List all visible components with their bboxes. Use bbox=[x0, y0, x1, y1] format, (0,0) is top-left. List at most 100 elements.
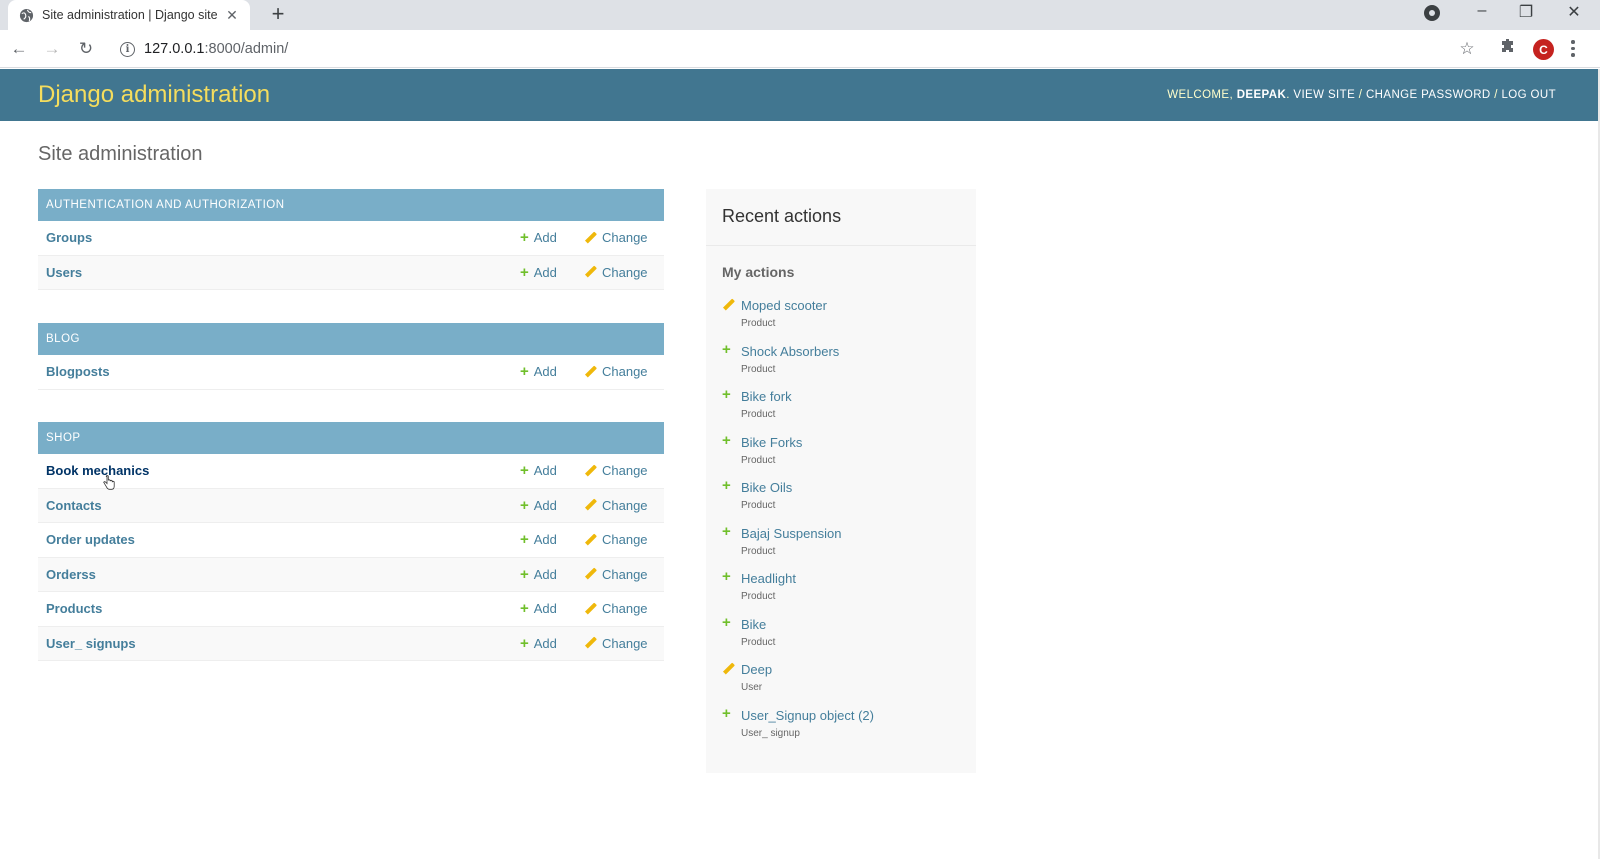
change-contacts-link[interactable]: Change bbox=[585, 498, 648, 513]
my-actions-heading: My actions bbox=[722, 264, 795, 280]
change-order-updates-link[interactable]: Change bbox=[585, 532, 648, 547]
pencil-icon bbox=[585, 603, 597, 615]
view-site-link[interactable]: VIEW SITE bbox=[1293, 89, 1355, 101]
model-row: Book mechanics + Add Change bbox=[38, 454, 664, 489]
plus-icon: + bbox=[722, 704, 731, 722]
user-tools: WELCOME, DEEPAK. VIEW SITE / CHANGE PASS… bbox=[1167, 89, 1556, 101]
recent-action-type: Product bbox=[741, 500, 776, 511]
recent-action-link[interactable]: Shock Absorbers bbox=[741, 344, 839, 359]
change-book-mechanics-link[interactable]: Change bbox=[585, 463, 648, 478]
bookmark-star-icon[interactable]: ☆ bbox=[1456, 38, 1478, 60]
change-password-link[interactable]: CHANGE PASSWORD bbox=[1366, 89, 1491, 101]
back-icon[interactable]: ← bbox=[8, 38, 30, 60]
recent-action-item: + Bike Product bbox=[722, 613, 972, 663]
recent-action-link[interactable]: Bajaj Suspension bbox=[741, 526, 841, 541]
recent-action-item: + Bike Oils Product bbox=[722, 477, 972, 526]
plus-icon: + bbox=[520, 229, 529, 247]
recent-action-type: Product bbox=[741, 363, 776, 375]
pencil-icon bbox=[585, 366, 597, 378]
site-branding[interactable]: Django administration bbox=[38, 81, 270, 109]
site-info-icon[interactable]: i bbox=[120, 41, 135, 57]
forward-icon[interactable]: → bbox=[41, 38, 63, 60]
module-shop: SHOP Book mechanics + Add Change Contacts… bbox=[38, 422, 664, 661]
plus-icon: + bbox=[520, 263, 529, 281]
plus-icon: + bbox=[520, 531, 529, 549]
module-caption[interactable]: AUTHENTICATION AND AUTHORIZATION bbox=[38, 189, 664, 221]
plus-icon: + bbox=[722, 431, 731, 449]
add-book-mechanics-link[interactable]: + Add bbox=[520, 463, 557, 478]
pencil-icon bbox=[585, 499, 597, 511]
model-row: Blogposts + Add Change bbox=[38, 355, 664, 390]
recent-action-link[interactable]: Moped scooter bbox=[741, 298, 827, 313]
recent-action-item: + Bike fork Product bbox=[722, 386, 972, 435]
add-user-signups-link[interactable]: + Add bbox=[520, 636, 557, 651]
pencil-icon bbox=[722, 662, 736, 676]
plus-icon: + bbox=[520, 496, 529, 514]
page-title: Site administration bbox=[38, 143, 203, 165]
model-link-book-mechanics[interactable]: Book mechanics bbox=[46, 463, 149, 478]
plus-icon: + bbox=[722, 340, 731, 358]
recent-action-link[interactable]: Bike bbox=[741, 617, 766, 632]
address-bar[interactable]: i 127.0.0.1:8000/admin/ bbox=[110, 34, 1490, 64]
close-window-button[interactable]: ✕ bbox=[1562, 2, 1586, 22]
model-link-user-signups[interactable]: User_ signups bbox=[46, 636, 136, 651]
add-products-link[interactable]: + Add bbox=[520, 601, 557, 616]
recent-action-link[interactable]: Headlight bbox=[741, 571, 796, 586]
minimize-button[interactable]: – bbox=[1470, 2, 1494, 20]
change-blogposts-link[interactable]: Change bbox=[585, 364, 648, 379]
browser-menu-icon[interactable] bbox=[1570, 40, 1576, 57]
change-user-signups-link[interactable]: Change bbox=[585, 636, 648, 651]
extensions-icon[interactable] bbox=[1497, 38, 1519, 60]
recent-action-link[interactable]: User_Signup object (2) bbox=[741, 708, 874, 723]
pencil-icon bbox=[585, 568, 597, 580]
welcome-text: WELCOME, bbox=[1167, 89, 1234, 101]
recent-action-link[interactable]: Bike fork bbox=[741, 389, 792, 404]
model-link-blogposts[interactable]: Blogposts bbox=[46, 364, 110, 379]
recent-actions-title: Recent actions bbox=[722, 206, 842, 226]
add-order-updates-link[interactable]: + Add bbox=[520, 532, 557, 547]
pencil-icon bbox=[585, 534, 597, 546]
module-authentication: AUTHENTICATION AND AUTHORIZATION Groups … bbox=[38, 189, 664, 290]
model-link-order-updates[interactable]: Order updates bbox=[46, 532, 135, 547]
plus-icon: + bbox=[520, 462, 529, 480]
recent-action-link[interactable]: Deep bbox=[741, 662, 772, 677]
change-users-link[interactable]: Change bbox=[585, 265, 648, 280]
add-blogposts-link[interactable]: + Add bbox=[520, 364, 557, 379]
plus-icon: + bbox=[722, 477, 731, 494]
add-orderss-link[interactable]: + Add bbox=[520, 567, 557, 582]
plus-icon: + bbox=[722, 386, 731, 403]
recent-action-item: + Bike Forks Product bbox=[722, 431, 972, 481]
recent-action-link[interactable]: Bike Oils bbox=[741, 480, 792, 495]
pencil-icon bbox=[722, 298, 736, 312]
browser-tab[interactable]: Site administration | Django site ✕ bbox=[8, 0, 250, 30]
module-blog: BLOG Blogposts + Add Change bbox=[38, 323, 664, 390]
close-tab-icon[interactable]: ✕ bbox=[224, 7, 240, 24]
restore-button[interactable]: ❐ bbox=[1514, 2, 1538, 22]
new-tab-button[interactable]: + bbox=[266, 3, 290, 25]
reload-icon[interactable]: ↻ bbox=[75, 38, 97, 60]
add-users-link[interactable]: + Add bbox=[520, 265, 557, 280]
media-indicator-icon[interactable] bbox=[1424, 5, 1440, 21]
add-contacts-link[interactable]: + Add bbox=[520, 498, 557, 513]
plus-icon: + bbox=[722, 613, 731, 631]
profile-avatar[interactable]: C bbox=[1533, 39, 1554, 60]
model-link-products[interactable]: Products bbox=[46, 601, 102, 616]
recent-action-link[interactable]: Bike Forks bbox=[741, 435, 802, 450]
recent-action-item: + User_Signup object (2) User_ signup bbox=[722, 704, 972, 754]
model-row: Orderss + Add Change bbox=[38, 557, 664, 592]
model-link-users[interactable]: Users bbox=[46, 265, 82, 280]
model-row: User_ signups + Add Change bbox=[38, 626, 664, 661]
module-caption[interactable]: BLOG bbox=[38, 323, 664, 355]
add-groups-link[interactable]: + Add bbox=[520, 230, 557, 245]
model-link-contacts[interactable]: Contacts bbox=[46, 498, 102, 513]
model-link-orderss[interactable]: Orderss bbox=[46, 567, 96, 582]
change-products-link[interactable]: Change bbox=[585, 601, 648, 616]
pencil-icon bbox=[585, 465, 597, 477]
recent-action-type: Product bbox=[741, 318, 776, 329]
browser-tabstrip: Site administration | Django site ✕ + – … bbox=[0, 0, 1600, 30]
module-caption[interactable]: SHOP bbox=[38, 422, 664, 454]
log-out-link[interactable]: LOG OUT bbox=[1501, 89, 1556, 101]
change-orderss-link[interactable]: Change bbox=[585, 567, 648, 582]
model-link-groups[interactable]: Groups bbox=[46, 230, 92, 245]
change-groups-link[interactable]: Change bbox=[585, 230, 648, 245]
